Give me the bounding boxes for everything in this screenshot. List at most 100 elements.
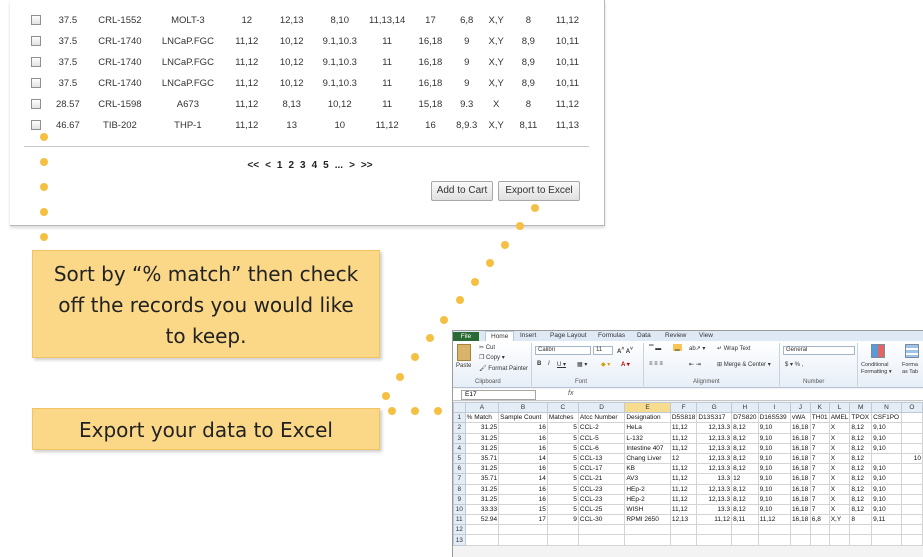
row-header[interactable]: 6 — [453, 463, 466, 475]
spreadsheet-cell[interactable]: CCL-2 — [577, 422, 626, 434]
spreadsheet-cell[interactable] — [731, 534, 759, 546]
column-header[interactable]: J — [789, 401, 811, 414]
spreadsheet-cell[interactable]: 31.25 — [464, 483, 500, 495]
spreadsheet-cell[interactable]: 5 — [546, 473, 579, 485]
spreadsheet-cell[interactable]: 5 — [546, 422, 579, 434]
spreadsheet-cell[interactable]: AMEL — [828, 412, 851, 424]
spreadsheet-cell[interactable]: 8,12 — [849, 442, 873, 454]
spreadsheet-cell[interactable] — [498, 524, 548, 536]
spreadsheet-cell[interactable]: CCL-17 — [577, 463, 626, 475]
row-checkbox[interactable] — [30, 15, 41, 26]
spreadsheet-cell[interactable]: Intestine 407 — [624, 442, 671, 454]
italic-button[interactable]: I — [548, 361, 550, 367]
spreadsheet-cell[interactable]: 16 — [498, 422, 548, 434]
spreadsheet-cell[interactable]: 9,10 — [757, 442, 791, 454]
spreadsheet-cell[interactable]: 12,13.3 — [696, 422, 733, 434]
spreadsheet-cell[interactable]: 8,12 — [731, 422, 759, 434]
add-to-cart-button[interactable]: Add to Cart — [431, 181, 493, 201]
spreadsheet-cell[interactable]: CCL-25 — [577, 503, 626, 516]
spreadsheet-cell[interactable]: 10 — [900, 452, 923, 465]
spreadsheet-cell[interactable]: 12,13.3 — [696, 442, 733, 454]
spreadsheet-cell[interactable]: TPOX — [849, 412, 873, 424]
spreadsheet-cell[interactable]: 12,13.3 — [696, 483, 733, 495]
page-link[interactable]: < — [265, 160, 271, 171]
spreadsheet-cell[interactable]: 11,12 — [757, 514, 791, 526]
spreadsheet-cell[interactable] — [789, 524, 811, 536]
spreadsheet-cell[interactable]: 16 — [498, 442, 548, 454]
spreadsheet-cell[interactable] — [577, 524, 626, 536]
spreadsheet-cell[interactable]: 6,8 — [809, 514, 830, 526]
conditional-formatting-label-2[interactable]: Formatting ▾ — [861, 369, 892, 375]
spreadsheet-cell[interactable]: % Match — [464, 412, 500, 424]
spreadsheet-cell[interactable]: 13.3 — [696, 503, 733, 516]
fill-color-icon[interactable]: ◆ ▾ — [601, 361, 610, 368]
spreadsheet-cell[interactable]: vWA — [789, 412, 811, 424]
spreadsheet-cell[interactable]: 14 — [498, 473, 548, 485]
page-link[interactable]: > — [349, 160, 355, 171]
spreadsheet-cell[interactable]: 12,13.3 — [696, 432, 733, 444]
tab-page-layout[interactable]: Page Layout — [550, 332, 587, 339]
fx-icon[interactable]: fx — [568, 390, 573, 397]
spreadsheet-cell[interactable]: 7 — [809, 422, 830, 434]
spreadsheet-cell[interactable]: 16 — [498, 483, 548, 495]
align-left-icon[interactable]: ≡ ≡ ≡ — [649, 361, 663, 367]
spreadsheet-cell[interactable] — [900, 412, 923, 424]
spreadsheet-cell[interactable]: 9,10 — [871, 422, 902, 434]
spreadsheet-cell[interactable]: 5 — [546, 452, 579, 465]
spreadsheet-cell[interactable]: 9,10 — [757, 432, 791, 444]
spreadsheet-cell[interactable]: 5 — [546, 483, 579, 495]
row-header[interactable]: 1 — [453, 412, 466, 424]
spreadsheet-cell[interactable] — [696, 534, 733, 546]
spreadsheet-cell[interactable]: Designation — [624, 412, 671, 424]
spreadsheet-cell[interactable]: 8,12 — [849, 473, 873, 485]
column-header[interactable]: O — [900, 401, 923, 414]
tab-formulas[interactable]: Formulas — [598, 332, 625, 339]
conditional-formatting-label-1[interactable]: Conditional — [861, 362, 889, 368]
column-header[interactable]: E — [624, 401, 671, 414]
spreadsheet-cell[interactable]: 11,12 — [669, 503, 698, 516]
spreadsheet-cell[interactable]: X — [828, 442, 851, 454]
spreadsheet-cell[interactable]: L-132 — [624, 432, 671, 444]
spreadsheet-cell[interactable]: 12,13.3 — [696, 463, 733, 475]
spreadsheet-cell[interactable]: 8,12 — [849, 503, 873, 516]
spreadsheet-cell[interactable] — [546, 524, 579, 536]
spreadsheet-cell[interactable]: 9,10 — [757, 473, 791, 485]
paste-button[interactable]: Paste — [456, 363, 471, 369]
spreadsheet-cell[interactable] — [849, 524, 873, 536]
spreadsheet-cell[interactable] — [900, 524, 923, 536]
spreadsheet-cell[interactable]: KB — [624, 463, 671, 475]
spreadsheet-cell[interactable]: 11,12 — [669, 463, 698, 475]
borders-icon[interactable]: ▦ ▾ — [577, 361, 587, 368]
row-checkbox[interactable] — [30, 57, 41, 68]
spreadsheet-cell[interactable]: 9,10 — [871, 463, 902, 475]
spreadsheet-cell[interactable]: 12 — [731, 473, 759, 485]
spreadsheet-cell[interactable]: 14 — [498, 452, 548, 465]
spreadsheet-cell[interactable] — [900, 422, 923, 434]
column-header[interactable]: F — [669, 401, 698, 414]
spreadsheet-cell[interactable]: 9,10 — [871, 432, 902, 444]
spreadsheet-cell[interactable]: 31.25 — [464, 432, 500, 444]
spreadsheet-cell[interactable]: 16,18 — [789, 514, 811, 526]
spreadsheet-cell[interactable] — [849, 534, 873, 546]
font-color-icon[interactable]: A ▾ — [621, 361, 630, 368]
spreadsheet-cell[interactable]: 31.25 — [464, 442, 500, 454]
number-format-select[interactable]: General — [783, 346, 855, 355]
align-bottom-icon[interactable]: ▁ — [673, 344, 682, 351]
row-header[interactable]: 2 — [453, 422, 466, 434]
spreadsheet-cell[interactable]: 7 — [809, 463, 830, 475]
spreadsheet-cell[interactable]: CCL-23 — [577, 493, 626, 505]
spreadsheet-cell[interactable] — [828, 524, 851, 536]
spreadsheet-cell[interactable]: 11,12 — [669, 493, 698, 505]
spreadsheet-cell[interactable]: Matches — [546, 412, 579, 424]
row-checkbox[interactable] — [30, 120, 41, 131]
export-to-excel-button[interactable]: Export to Excel — [498, 181, 580, 201]
spreadsheet-cell[interactable]: 16,18 — [789, 473, 811, 485]
spreadsheet-cell[interactable]: X — [828, 503, 851, 516]
spreadsheet-cell[interactable] — [696, 524, 733, 536]
spreadsheet-cell[interactable]: 52.94 — [464, 514, 500, 526]
format-as-table-label-1[interactable]: Forma — [902, 362, 918, 368]
row-checkbox[interactable] — [30, 36, 41, 47]
spreadsheet-cell[interactable]: 9,10 — [871, 483, 902, 495]
spreadsheet-cell[interactable]: 7 — [809, 483, 830, 495]
spreadsheet-cell[interactable]: 12,13.3 — [696, 493, 733, 505]
